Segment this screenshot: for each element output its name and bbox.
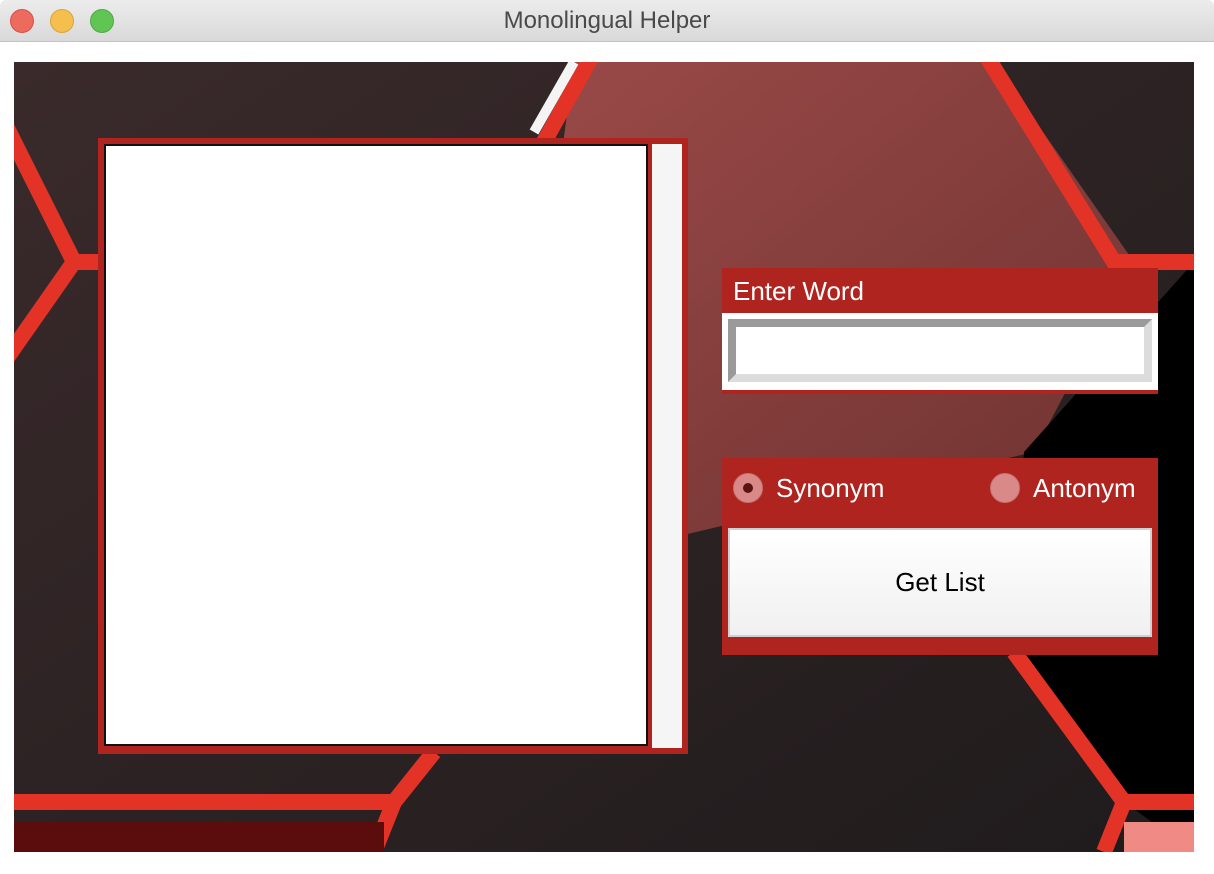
word-input[interactable]: [728, 319, 1152, 382]
title-bar: Monolingual Helper: [0, 0, 1214, 42]
app-window: Monolingual Helper Enter Word Synonym An…: [0, 0, 1214, 874]
antonym-radio[interactable]: Antonym: [990, 472, 1136, 504]
synonym-radio-indicator[interactable]: [733, 473, 763, 503]
enter-word-label: Enter Word: [733, 276, 865, 306]
synonym-label: Synonym: [776, 472, 885, 503]
content-area: Enter Word Synonym Antonym Get List: [14, 62, 1194, 852]
antonym-label: Antonym: [1033, 472, 1136, 503]
window-title: Monolingual Helper: [503, 7, 711, 34]
word-input-container: [722, 313, 1158, 390]
synonym-radio[interactable]: Synonym: [733, 472, 884, 504]
word-entry-panel: Enter Word: [722, 268, 1158, 394]
get-list-button[interactable]: Get List: [728, 528, 1152, 637]
results-scrollbar[interactable]: [652, 144, 682, 748]
antonym-radio-indicator[interactable]: [990, 473, 1020, 503]
results-text-area[interactable]: [104, 144, 648, 746]
options-panel: Synonym Antonym Get List: [722, 458, 1158, 655]
results-frame: [98, 138, 688, 754]
